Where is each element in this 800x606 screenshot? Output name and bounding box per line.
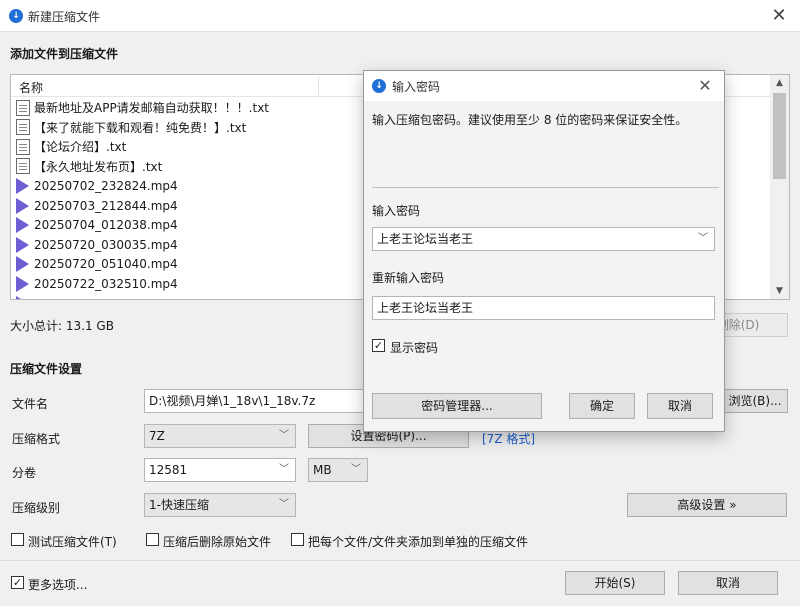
volume-unit-value: MB [313,463,332,477]
advanced-settings-button[interactable]: 高级设置 » [627,493,787,517]
file-list-item[interactable]: 最新地址及APP请发邮箱自动获取！！！.txt [16,98,269,117]
show-password-checkbox[interactable]: ✓ [372,339,385,352]
file-list-item[interactable]: 20250720_030035.mp4 [16,235,178,254]
text-file-icon [16,138,30,155]
volume-label: 分卷 [12,466,37,480]
chevron-down-icon: ﹀ [279,499,289,510]
file-name: 20250720_051040.mp4 [34,257,178,272]
window-title: 新建压缩文件 [28,10,101,24]
video-file-icon [16,275,30,292]
file-name: 最新地址及APP请发邮箱自动获取！！！.txt [34,101,270,115]
file-list-item[interactable]: 【永久地址发布页】.txt [16,157,162,176]
more-options-label[interactable]: 更多选项... [28,576,87,593]
repeat-password-input[interactable]: 上老王论坛当老王 [372,296,715,320]
filename-label: 文件名 [12,397,49,411]
file-list-item[interactable]: 20250704_012038.mp4 [16,216,178,235]
file-list-item[interactable]: 20250720_051040.mp4 [16,255,178,274]
file-name: 【永久地址发布页】.txt [34,159,163,174]
close-icon[interactable]: ✕ [694,75,716,97]
video-file-icon [16,256,30,273]
file-list-item[interactable]: 20250722_032510.mp4 [16,274,178,293]
total-size-label: 大小总计: 13.1 GB [10,319,114,333]
dialog-title: 输入密码 [392,80,441,94]
password-label: 输入密码 [372,204,421,218]
password-input[interactable]: 上老王论坛当老王 ﹀ [372,227,715,251]
file-name: 20250723_033611.mp4 [34,297,178,300]
filename-input[interactable]: D:\视频\月婵\1_18v\1_18v.7z [144,389,374,413]
text-file-icon [16,158,30,175]
dialog-cancel-button[interactable]: 取消 [647,393,713,419]
file-list-item[interactable]: 20250723_033611.mp4 [16,294,178,300]
column-name-header[interactable]: 名称 [19,79,43,96]
chevron-down-icon: ﹀ [279,464,289,475]
file-list-item[interactable]: 【论坛介绍】.txt [16,137,126,156]
level-select-value: 1-快速压缩 [149,498,209,512]
file-name: 【来了就能下载和观看！纯免费！】.txt [34,120,247,135]
show-password-label[interactable]: 显示密码 [390,339,438,356]
scroll-thumb[interactable] [773,93,786,179]
file-list-item[interactable]: 【来了就能下载和观看！纯免费！】.txt [16,118,246,137]
file-list-item[interactable]: 20250702_232824.mp4 [16,176,178,195]
close-icon[interactable]: ✕ [768,5,790,27]
level-select[interactable]: 1-快速压缩 ﹀ [144,493,296,517]
delete-after-label[interactable]: 压缩后删除原始文件 [163,533,271,550]
scroll-up-icon[interactable]: ▲ [770,75,789,91]
start-button[interactable]: 开始(S) [565,571,665,595]
volume-unit-select[interactable]: MB ﹀ [308,458,368,482]
video-file-icon [16,177,30,194]
browse-button[interactable]: 浏览(B)... [722,389,788,413]
test-archive-checkbox[interactable] [11,533,24,546]
column-separator [318,77,319,95]
volume-select-value: 12581 [149,463,188,477]
text-file-icon [16,119,30,136]
format-select[interactable]: 7Z ﹀ [144,424,296,448]
separate-archives-label[interactable]: 把每个文件/文件夹添加到单独的压缩文件 [308,533,528,550]
file-name: 20250702_232824.mp4 [34,178,178,193]
repeat-password-label: 重新输入密码 [372,271,445,285]
dialog-ok-button[interactable]: 确定 [569,393,635,419]
video-file-icon [16,217,30,234]
dialog-divider [372,187,719,188]
format-select-value: 7Z [149,429,165,443]
title-bar: ↓ 新建压缩文件 ✕ [0,0,800,32]
format-link[interactable]: [7Z 格式] [482,430,535,447]
volume-select[interactable]: 12581 ﹀ [144,458,296,482]
chevron-down-icon: ﹀ [279,430,289,441]
file-list-scrollbar[interactable]: ▲ ▼ [770,75,789,299]
chevron-down-icon: ﹀ [351,464,361,475]
file-name: 20250722_032510.mp4 [34,276,178,291]
video-file-icon [16,197,30,214]
file-name: 20250703_212844.mp4 [34,198,178,213]
format-label: 压缩格式 [12,432,61,446]
delete-after-checkbox[interactable] [146,533,159,546]
app-logo-icon: ↓ [9,9,23,23]
video-file-icon [16,295,30,299]
file-list-item[interactable]: 20250703_212844.mp4 [16,196,178,215]
video-file-icon [16,236,30,253]
settings-title: 压缩文件设置 [10,362,83,376]
password-dialog: ↓ 输入密码 ✕ 输入压缩包密码。建议使用至少 8 位的密码来保证安全性。 输入… [363,70,725,432]
text-file-icon [16,99,30,116]
test-archive-label[interactable]: 测试压缩文件(T) [28,533,117,550]
file-name: 20250704_012038.mp4 [34,218,178,233]
password-manager-button[interactable]: 密码管理器... [372,393,542,419]
password-input-value: 上老王论坛当老王 [377,232,474,246]
app-logo-icon: ↓ [372,79,386,93]
more-options-checkbox[interactable]: ✓ [11,576,24,589]
dialog-description: 输入压缩包密码。建议使用至少 8 位的密码来保证安全性。 [372,113,688,127]
add-files-title: 添加文件到压缩文件 [10,47,119,61]
cancel-button[interactable]: 取消 [678,571,778,595]
separate-archives-checkbox[interactable] [291,533,304,546]
footer-divider [0,560,800,561]
dialog-title-bar: ↓ 输入密码 ✕ [364,71,724,101]
scroll-down-icon[interactable]: ▼ [770,283,789,299]
file-name: 【论坛介绍】.txt [34,140,127,155]
file-name: 20250720_030035.mp4 [34,237,178,252]
chevron-down-icon[interactable]: ﹀ [698,228,708,250]
level-label: 压缩级别 [12,501,61,515]
